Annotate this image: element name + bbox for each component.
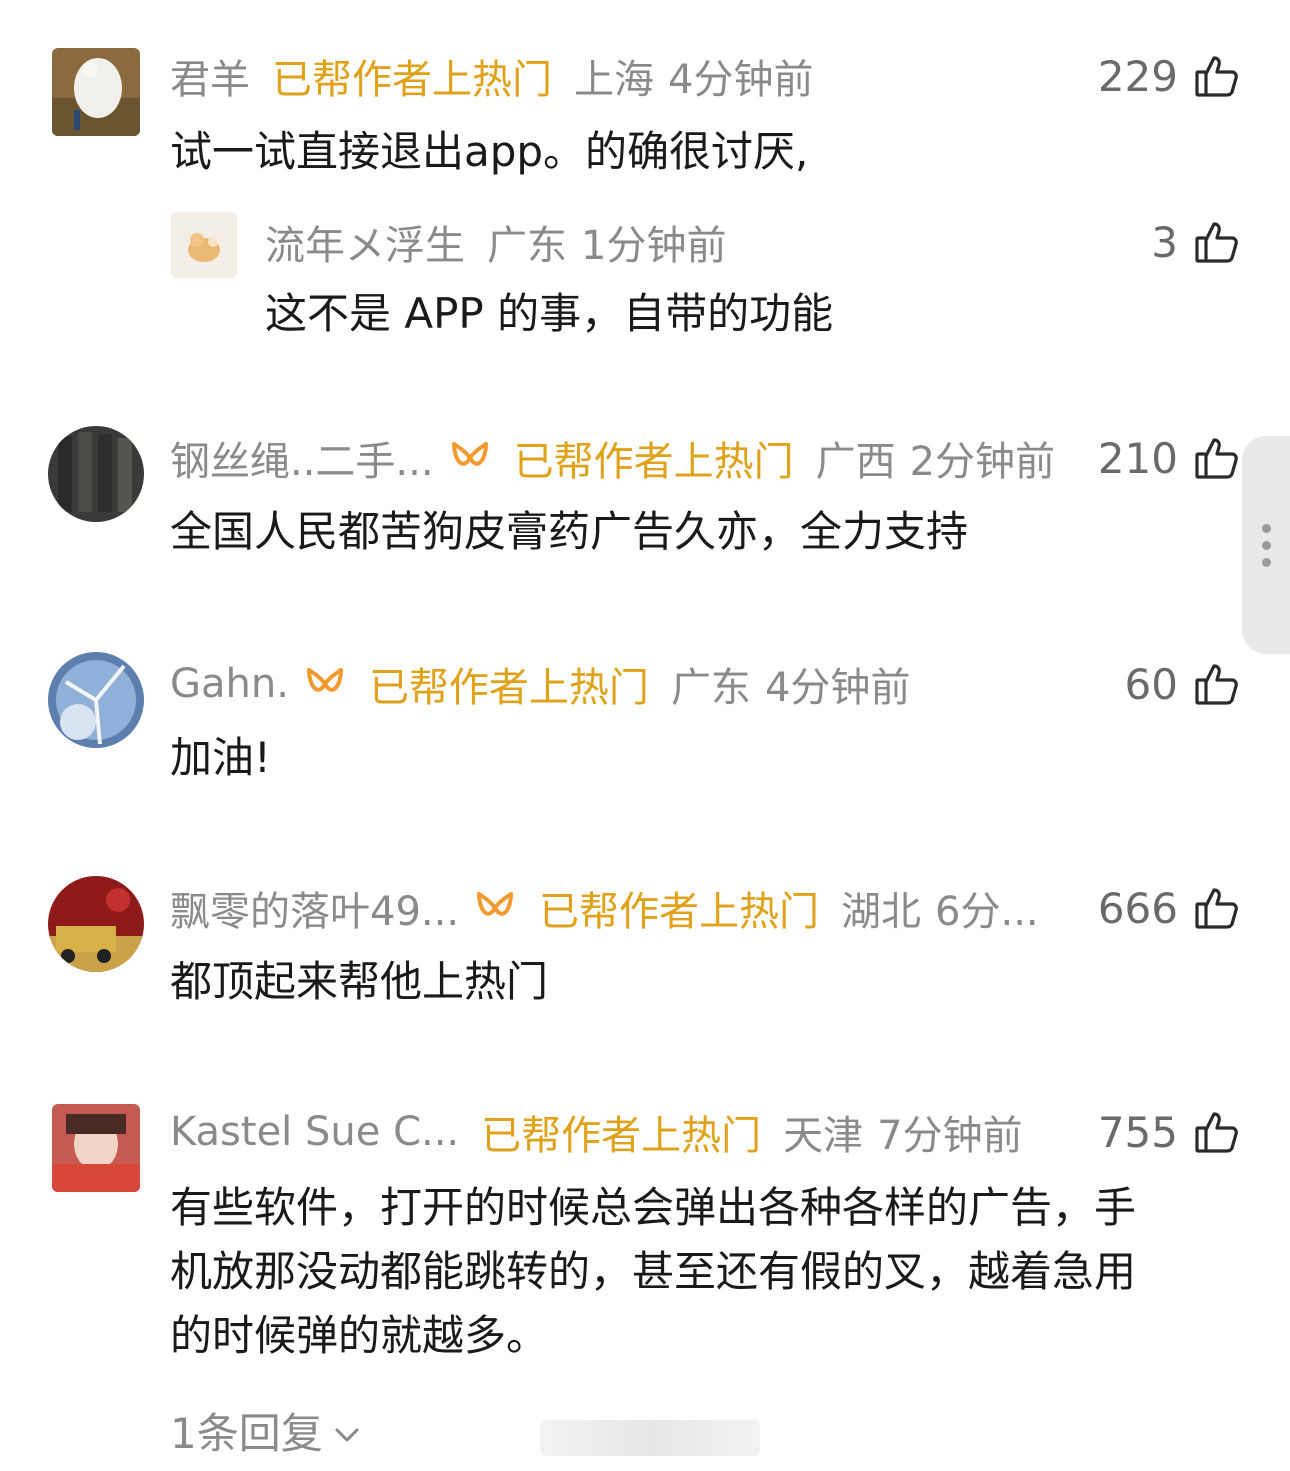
reply-user-name[interactable]: 流年メ浮生: [265, 213, 465, 271]
hot-label: 已帮作者上热门: [539, 889, 820, 935]
like-count: 666: [1097, 883, 1178, 933]
user-name[interactable]: Kastel Sue C...: [170, 1109, 459, 1155]
thumbs-up-icon[interactable]: [1194, 53, 1240, 99]
vip-badge-icon: [473, 888, 517, 928]
replies-label: 1条回复: [170, 1409, 323, 1458]
comment-text: 全国人民都苦狗皮膏药广告久亦，全力支持: [170, 507, 969, 556]
location: 天津: [783, 1113, 864, 1159]
like-count: 60: [1124, 659, 1178, 709]
comment-text-line: 有些软件，打开的时候总会弹出各种各样的广告，手: [170, 1183, 1137, 1232]
hot-label: 已帮作者上热门: [481, 1113, 762, 1159]
avatar[interactable]: [48, 652, 144, 748]
avatar[interactable]: [171, 212, 237, 278]
vip-badge-icon: [303, 664, 347, 704]
time: 7分钟前: [877, 1113, 1023, 1159]
time: 2分钟前: [909, 439, 1056, 485]
watermark: [540, 1420, 760, 1456]
scroll-handle[interactable]: [1242, 436, 1290, 654]
comment-text: 有些软件，打开的时候总会弹出各种各样的广告，手 机放那没动都能跳转的，甚至还有假…: [170, 1176, 1230, 1368]
like-count: 755: [1097, 1107, 1178, 1157]
more-dots-icon: [1261, 540, 1271, 550]
comment-text-line: 机放那没动都能跳转的，甚至还有假的叉，越着急用: [170, 1247, 1137, 1296]
like-count: 210: [1097, 433, 1178, 483]
hot-label: 已帮作者上热门: [272, 57, 552, 103]
location: 广西: [815, 439, 896, 485]
time: 4分钟前: [668, 57, 814, 103]
thumbs-up-icon[interactable]: [1194, 435, 1240, 481]
user-name[interactable]: Gahn.: [170, 661, 289, 707]
view-replies-button[interactable]: 1条回复: [170, 1400, 361, 1461]
user-name[interactable]: 飘零的落叶49...: [170, 879, 459, 937]
location: 上海: [574, 57, 654, 103]
vip-badge-icon: [448, 438, 492, 478]
reply-time: 1分钟前: [581, 223, 727, 269]
user-name[interactable]: 君羊: [170, 47, 250, 105]
thumbs-up-icon[interactable]: [1194, 219, 1240, 265]
thumbs-up-icon[interactable]: [1194, 1109, 1240, 1155]
time: 4分钟前: [764, 665, 911, 711]
more-dots-icon: [1261, 523, 1271, 533]
user-name[interactable]: 钢丝绳..二手...: [170, 429, 434, 487]
avatar[interactable]: [52, 48, 140, 136]
reply-like-count: 3: [1151, 217, 1178, 267]
more-dots-icon: [1261, 557, 1271, 567]
location: 湖北: [841, 889, 922, 935]
avatar[interactable]: [52, 1104, 140, 1192]
reply-text: 这不是 APP 的事，自带的功能: [265, 289, 834, 338]
comment-text-line: 的时候弹的就越多。: [170, 1311, 549, 1360]
hot-label: 已帮作者上热门: [368, 665, 649, 711]
time: 6分...: [935, 889, 1039, 935]
avatar[interactable]: [48, 426, 144, 522]
comment-text: 都顶起来帮他上热门: [170, 957, 549, 1006]
avatar[interactable]: [48, 876, 144, 972]
location: 广东: [670, 665, 751, 711]
comment-text: 试一试直接退出app。的确很讨厌,: [170, 127, 809, 176]
thumbs-up-icon[interactable]: [1194, 885, 1240, 931]
thumbs-up-icon[interactable]: [1194, 661, 1240, 707]
like-count: 229: [1097, 51, 1178, 101]
hot-label: 已帮作者上热门: [513, 439, 794, 485]
reply-location: 广东: [487, 223, 567, 269]
chevron-down-icon: [333, 1406, 361, 1455]
comment-text: 加油!: [170, 733, 271, 782]
